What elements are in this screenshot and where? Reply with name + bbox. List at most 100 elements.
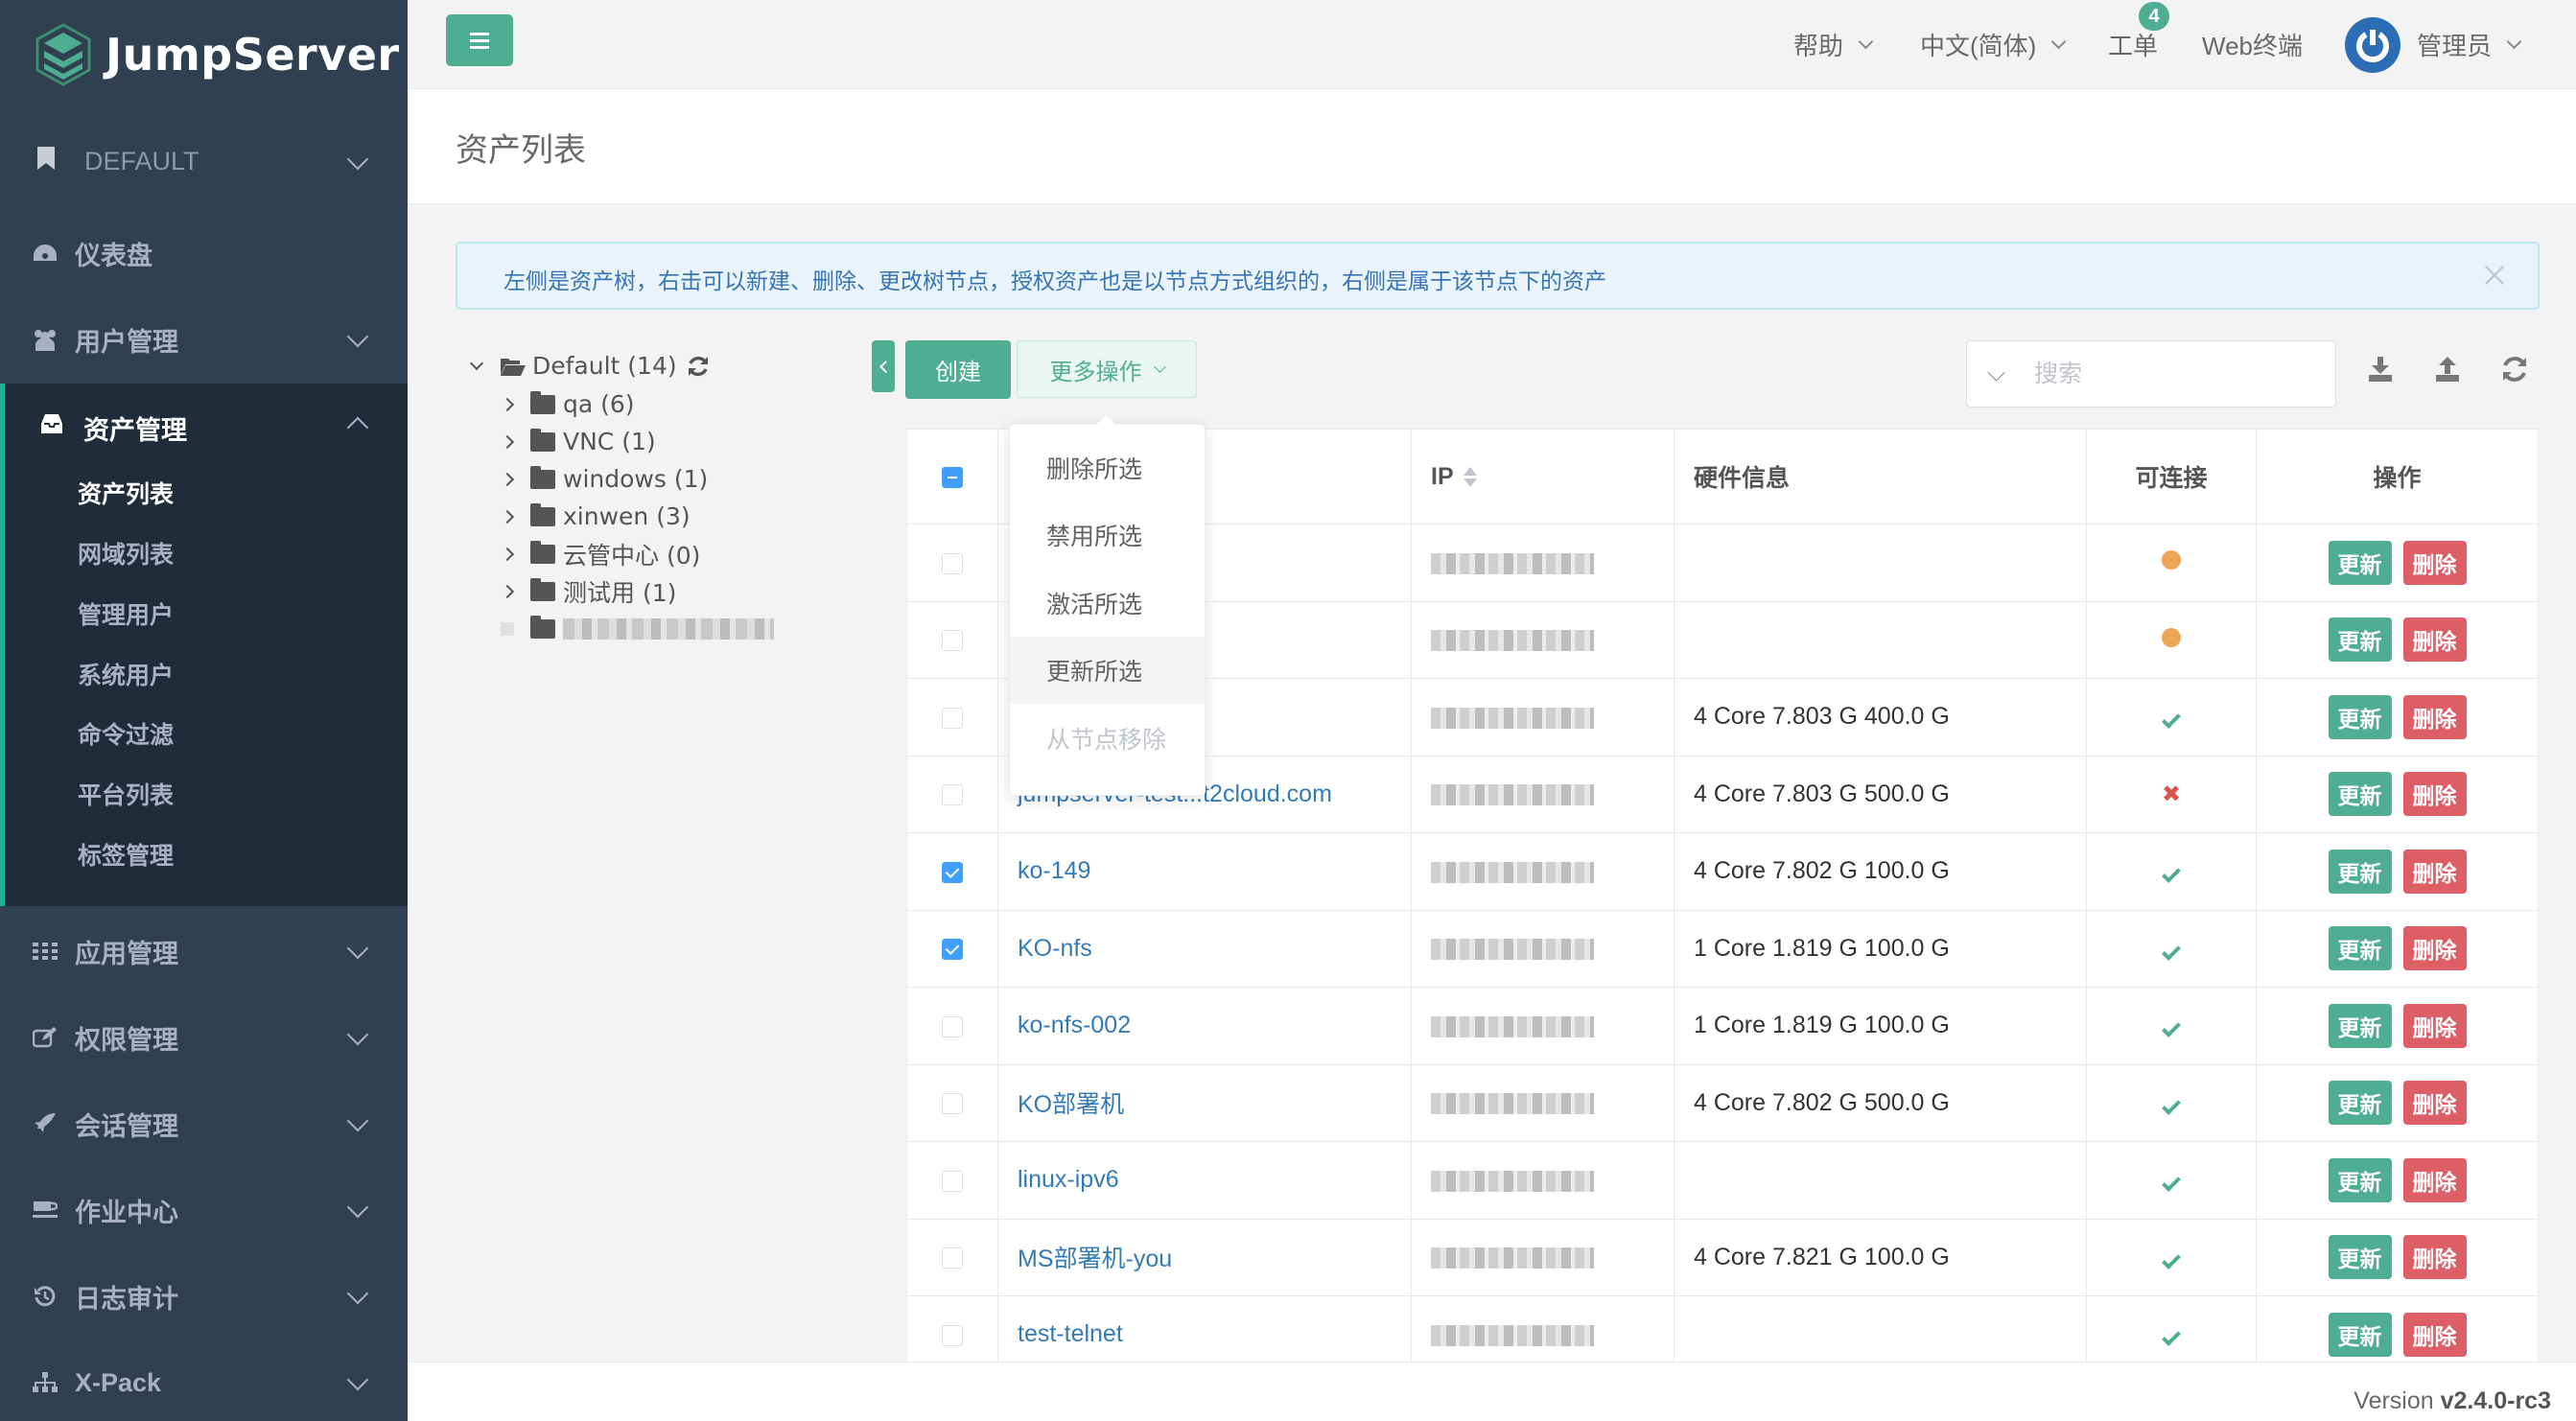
connectable-cell (2086, 909, 2257, 988)
sidebar-item-dashboard[interactable]: 仪表盘 (0, 210, 408, 296)
collapse-tree-button[interactable] (872, 340, 895, 392)
brand-name: JumpServer (105, 29, 400, 81)
sidebar-item-sessions[interactable]: 会话管理 (0, 1081, 408, 1167)
update-button[interactable]: 更新 (2328, 1157, 2392, 1202)
sidebar-item-assets[interactable]: 资产管理 (5, 384, 408, 470)
delete-button[interactable]: 删除 (2402, 1312, 2467, 1357)
tree-node[interactable]: qa (6) (496, 385, 635, 423)
menu-item-disable-selected[interactable]: 禁用所选 (1010, 501, 1205, 569)
search-input[interactable] (2034, 355, 2322, 393)
chevron-down-icon[interactable] (1987, 363, 2005, 382)
tree-node[interactable]: windows (1) (496, 460, 708, 498)
menu-item-activate-selected[interactable]: 激活所选 (1010, 570, 1205, 637)
row-select-cell (906, 678, 998, 757)
tree-node[interactable]: xinwen (3) (496, 498, 691, 535)
close-icon[interactable] (2480, 261, 2509, 290)
sort-icon[interactable] (1463, 466, 1477, 488)
row-checkbox[interactable] (942, 552, 963, 574)
submenu-asset-list[interactable]: 资产列表 (78, 476, 174, 510)
asset-name-link[interactable]: KO部署机 (1018, 1091, 1124, 1118)
delete-button[interactable]: 删除 (2402, 926, 2467, 971)
asset-name-link[interactable]: ko-nfs-002 (1018, 1012, 1131, 1038)
delete-button[interactable]: 删除 (2402, 772, 2467, 817)
row-checkbox[interactable] (942, 1324, 963, 1346)
delete-button[interactable]: 删除 (2402, 1003, 2467, 1048)
update-button[interactable]: 更新 (2328, 1235, 2392, 1280)
delete-button[interactable]: 删除 (2402, 1157, 2467, 1202)
sidebar-item-users[interactable]: 用户管理 (0, 296, 408, 383)
update-button[interactable]: 更新 (2328, 1312, 2392, 1357)
help-menu[interactable]: 帮助 (1793, 27, 1874, 62)
row-checkbox[interactable] (942, 630, 963, 652)
ip-cell (1411, 909, 1674, 988)
update-button[interactable]: 更新 (2328, 772, 2392, 817)
row-checkbox[interactable] (942, 861, 963, 883)
refresh-icon[interactable] (2500, 355, 2529, 384)
asset-name-link[interactable]: MS部署机-you (1018, 1246, 1172, 1272)
web-terminal-link[interactable]: Web终端 (2202, 27, 2303, 62)
row-checkbox[interactable] (942, 1093, 963, 1115)
chevron-down-icon (346, 1368, 369, 1391)
update-button[interactable]: 更新 (2328, 1081, 2392, 1126)
refresh-icon[interactable] (687, 355, 710, 378)
logo[interactable]: JumpServer (35, 19, 400, 90)
tree-node[interactable]: 云管中心 (0) (496, 535, 700, 572)
tree-node[interactable]: VNC (1) (496, 423, 656, 460)
toggle-sidebar-button[interactable] (446, 14, 513, 66)
update-button[interactable]: 更新 (2328, 540, 2392, 585)
create-button[interactable]: 创建 (905, 340, 1011, 399)
sidebar-item-xpack[interactable]: X-Pack (0, 1339, 408, 1421)
avatar[interactable] (2345, 17, 2400, 73)
connectable-cell (2086, 832, 2257, 911)
sidebar-item-jobs[interactable]: 作业中心 (0, 1167, 408, 1253)
sidebar-item-applications[interactable]: 应用管理 (0, 908, 408, 994)
version-text: Version v2.4.0-rc3 (2354, 1387, 2551, 1415)
asset-name-link[interactable]: ko-149 (1018, 857, 1090, 884)
row-checkbox[interactable] (942, 707, 963, 729)
search-field[interactable] (1966, 340, 2336, 408)
org-selector[interactable]: DEFAULT (0, 125, 408, 198)
delete-button[interactable]: 删除 (2402, 849, 2467, 894)
delete-button[interactable]: 删除 (2402, 1081, 2467, 1126)
ip-header[interactable]: IP (1411, 429, 1674, 524)
update-button[interactable]: 更新 (2328, 926, 2392, 971)
row-checkbox[interactable] (942, 1170, 963, 1192)
delete-button[interactable]: 删除 (2402, 694, 2467, 739)
connectable-cell (2086, 1218, 2257, 1296)
sidebar-item-audits[interactable]: 日志审计 (0, 1253, 408, 1339)
sidebar-item-permissions[interactable]: 权限管理 (0, 994, 408, 1081)
submenu-platform-list[interactable]: 平台列表 (78, 777, 174, 811)
row-checkbox[interactable] (942, 784, 963, 806)
delete-button[interactable]: 删除 (2402, 540, 2467, 585)
more-actions-button[interactable]: 更多操作 (1017, 340, 1197, 398)
row-checkbox[interactable] (942, 1247, 963, 1270)
redacted-ip (1431, 630, 1594, 652)
update-button[interactable]: 更新 (2328, 617, 2392, 663)
submenu-command-filters[interactable]: 命令过滤 (78, 716, 174, 751)
download-icon[interactable] (2366, 355, 2395, 384)
user-menu[interactable]: 管理员 (2417, 27, 2522, 62)
update-button[interactable]: 更新 (2328, 849, 2392, 894)
update-button[interactable]: 更新 (2328, 1003, 2392, 1048)
menu-item-update-selected[interactable]: 更新所选 (1010, 637, 1205, 704)
asset-name-link[interactable]: linux-ipv6 (1018, 1166, 1119, 1193)
select-all-checkbox[interactable] (942, 466, 963, 488)
tree-node-root[interactable]: Default (14) (465, 347, 710, 384)
asset-name-link[interactable]: KO-nfs (1018, 935, 1092, 962)
tree-node-redacted[interactable] (496, 610, 774, 647)
update-button[interactable]: 更新 (2328, 694, 2392, 739)
row-checkbox[interactable] (942, 1015, 963, 1037)
delete-button[interactable]: 删除 (2402, 1235, 2467, 1280)
delete-button[interactable]: 删除 (2402, 617, 2467, 663)
row-checkbox[interactable] (942, 939, 963, 961)
submenu-label-management[interactable]: 标签管理 (78, 837, 174, 872)
asset-name-link[interactable]: test-telnet (1018, 1320, 1123, 1347)
submenu-system-users[interactable]: 系统用户 (78, 657, 174, 691)
submenu-domain-list[interactable]: 网域列表 (78, 536, 174, 571)
language-menu[interactable]: 中文(简体) (1920, 27, 2067, 62)
upload-icon[interactable] (2433, 355, 2462, 384)
submenu-admin-users[interactable]: 管理用户 (78, 596, 174, 631)
tickets-link[interactable]: 工单 (2108, 27, 2158, 62)
tree-node[interactable]: 测试用 (1) (496, 572, 676, 610)
menu-item-delete-selected[interactable]: 删除所选 (1010, 434, 1205, 501)
